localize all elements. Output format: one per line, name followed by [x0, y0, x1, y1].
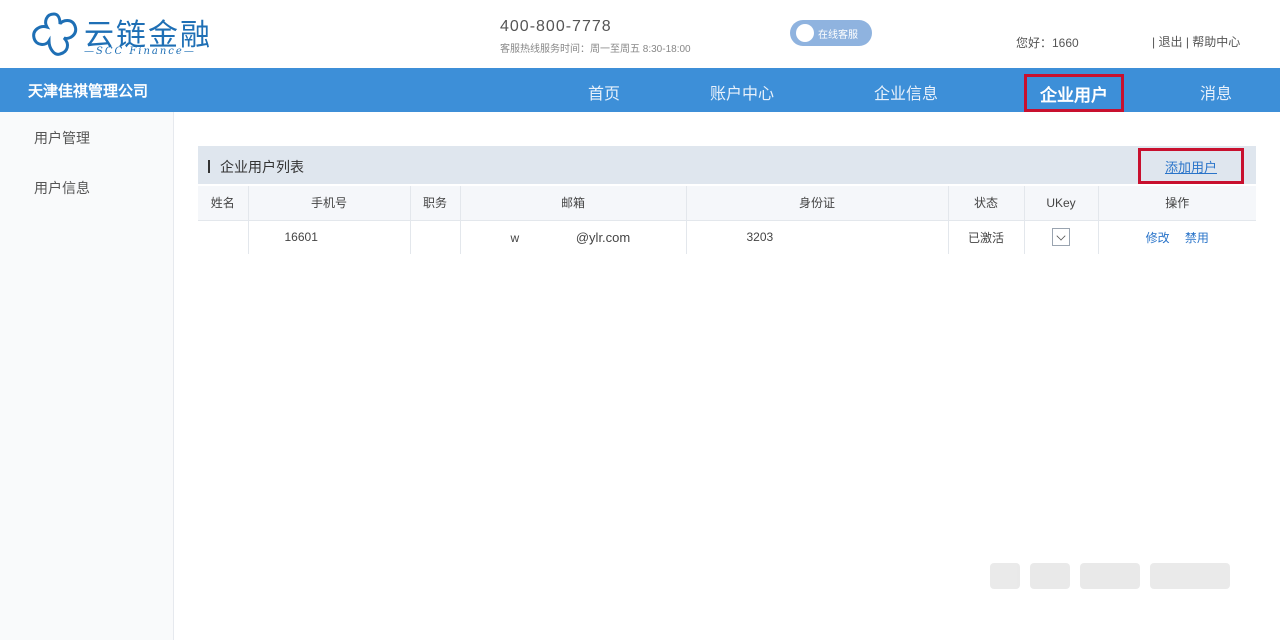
col-name: 姓名 [198, 186, 249, 220]
online-service-label: 在线客服 [818, 29, 858, 41]
ukey-checkbox[interactable] [1052, 228, 1070, 247]
email-domain: @ylr.com [575, 229, 631, 245]
top-links: | 退出 | 帮助中心 [1152, 35, 1241, 49]
cell-email: w @ylr.com [460, 219, 687, 254]
col-phone: 手机号 [248, 186, 411, 220]
nav-home[interactable]: 首页 [588, 80, 620, 104]
cell-actions: 修改 禁用 [1098, 219, 1256, 254]
service-hours: 客服热线服务时间：周一至周五 8:30-18:00 [500, 44, 691, 55]
sidebar-item-user-info[interactable]: 用户信息 [34, 178, 90, 198]
cell-name [198, 219, 249, 254]
add-user-button[interactable]: 添加用户 [1138, 148, 1244, 184]
col-ukey: UKey [1024, 186, 1099, 220]
online-service-button[interactable]: 在线客服 [790, 20, 872, 46]
cell-position [410, 219, 461, 254]
nav-messages[interactable]: 消息 [1200, 80, 1232, 104]
service-phone: 400-800-7778 [500, 18, 612, 35]
help-center-link[interactable]: 帮助中心 [1192, 35, 1240, 49]
user-greeting: 您好：1660 [1016, 36, 1079, 50]
logout-link[interactable]: 退出 [1158, 35, 1182, 49]
title-bar-marker [208, 160, 210, 173]
company-name: 天津佳祺管理公司 [28, 83, 149, 100]
nav-company-info[interactable]: 企业信息 [874, 80, 938, 104]
chat-bubble-icon [796, 24, 814, 42]
table-row: 16601 w @ylr.com 3203 已激活 修改 禁用 [198, 219, 1256, 254]
cloud-chain-logo-icon [32, 12, 78, 56]
cell-ukey [1024, 219, 1099, 254]
nav-account-center[interactable]: 账户中心 [710, 80, 774, 104]
panel-title: 企业用户列表 [208, 157, 304, 177]
email-prefix: w [510, 230, 520, 245]
sidebar-item-user-management[interactable]: 用户管理 [34, 128, 90, 148]
table-header-row: 姓名 手机号 职务 邮箱 身份证 状态 UKey 操作 [198, 186, 1256, 220]
disable-user-link[interactable]: 禁用 [1185, 231, 1209, 245]
brand-subtitle: —SCC Finance— [84, 46, 196, 57]
col-position: 职务 [410, 186, 461, 220]
panel-header: 企业用户列表 [198, 146, 1256, 184]
sidebar: 用户管理 用户信息 [0, 112, 174, 640]
col-id-card: 身份证 [686, 186, 949, 220]
nav-enterprise-users[interactable]: 企业用户 [1024, 74, 1124, 112]
col-actions: 操作 [1098, 186, 1256, 220]
header: 云链金融 —SCC Finance— 400-800-7778 客服热线服务时间… [0, 0, 1280, 68]
cell-status: 已激活 [948, 219, 1025, 254]
brand-logo[interactable]: 云链金融 —SCC Finance— [28, 8, 228, 62]
watermark [990, 556, 1240, 596]
col-email: 邮箱 [460, 186, 687, 220]
cell-id-card: 3203 [686, 219, 949, 254]
edit-user-link[interactable]: 修改 [1146, 231, 1170, 245]
cell-phone: 16601 [248, 219, 411, 254]
col-status: 状态 [948, 186, 1025, 220]
users-table: 姓名 手机号 职务 邮箱 身份证 状态 UKey 操作 16601 w @ylr… [198, 186, 1256, 254]
